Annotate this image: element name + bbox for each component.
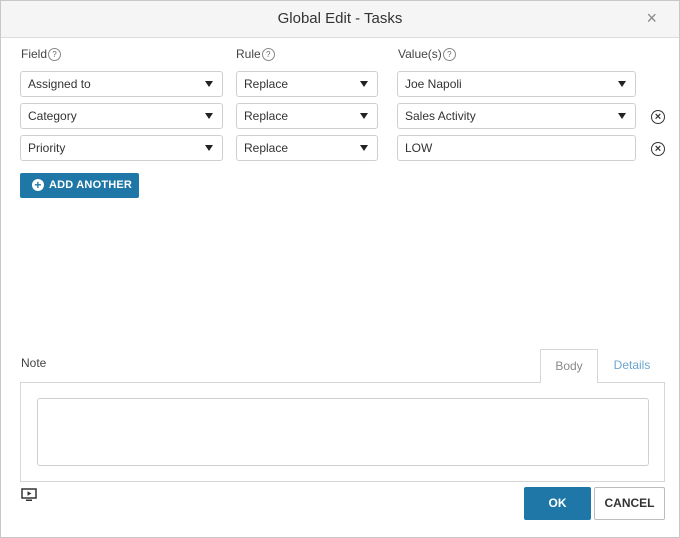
dialog-titlebar: Global Edit - Tasks × — [1, 1, 679, 38]
rule-select-value: Replace — [244, 141, 289, 155]
caret-down-icon — [360, 145, 368, 151]
add-another-button[interactable]: + ADD ANOTHER — [20, 173, 139, 198]
tab-body[interactable]: Body — [540, 349, 598, 383]
ok-button[interactable]: OK — [524, 487, 591, 520]
field-select-row-2[interactable]: Category — [20, 103, 223, 129]
rule-column-label: Rule — [236, 47, 261, 61]
screen-play-icon[interactable] — [21, 488, 37, 507]
help-icon[interactable]: ? — [48, 48, 62, 61]
help-icon[interactable]: ? — [261, 48, 275, 61]
caret-down-icon — [360, 113, 368, 119]
plus-circle-icon: + — [32, 179, 44, 191]
field-column-header: Field? — [21, 47, 62, 61]
remove-row-icon[interactable]: × — [651, 142, 665, 156]
values-column-header: Value(s)? — [398, 47, 456, 61]
caret-down-icon — [205, 113, 213, 119]
rule-select-row-1[interactable]: Replace — [236, 71, 378, 97]
caret-down-icon — [205, 81, 213, 87]
value-select-value: Joe Napoli — [405, 77, 462, 91]
caret-down-icon — [618, 81, 626, 87]
tab-details[interactable]: Details — [603, 349, 661, 383]
field-column-label: Field — [21, 47, 48, 61]
add-another-label: ADD ANOTHER — [49, 179, 133, 191]
help-icon[interactable]: ? — [442, 48, 456, 61]
caret-down-icon — [205, 145, 213, 151]
remove-row-icon[interactable]: × — [651, 110, 665, 124]
value-select-value: Sales Activity — [405, 109, 476, 123]
value-select-row-2[interactable]: Sales Activity — [397, 103, 636, 129]
field-select-row-1[interactable]: Assigned to — [20, 71, 223, 97]
dialog-title: Global Edit - Tasks — [277, 10, 403, 27]
field-select-value: Assigned to — [28, 77, 91, 91]
rule-select-value: Replace — [244, 109, 289, 123]
caret-down-icon — [618, 113, 626, 119]
close-icon[interactable]: × — [646, 8, 657, 28]
caret-down-icon — [360, 81, 368, 87]
field-select-row-3[interactable]: Priority — [20, 135, 223, 161]
cancel-button[interactable]: CANCEL — [594, 487, 665, 520]
rule-column-header: Rule? — [236, 47, 275, 61]
field-select-value: Category — [28, 109, 77, 123]
value-input-row-3[interactable]: LOW — [397, 135, 636, 161]
global-edit-dialog: Global Edit - Tasks × Field? Rule? Value… — [0, 0, 680, 538]
note-label: Note — [21, 356, 47, 370]
rule-select-value: Replace — [244, 77, 289, 91]
value-select-row-1[interactable]: Joe Napoli — [397, 71, 636, 97]
note-body-textarea[interactable] — [37, 398, 649, 466]
values-column-label: Value(s) — [398, 47, 442, 61]
field-select-value: Priority — [28, 141, 66, 155]
rule-select-row-2[interactable]: Replace — [236, 103, 378, 129]
value-input-text: LOW — [405, 141, 433, 155]
rule-select-row-3[interactable]: Replace — [236, 135, 378, 161]
